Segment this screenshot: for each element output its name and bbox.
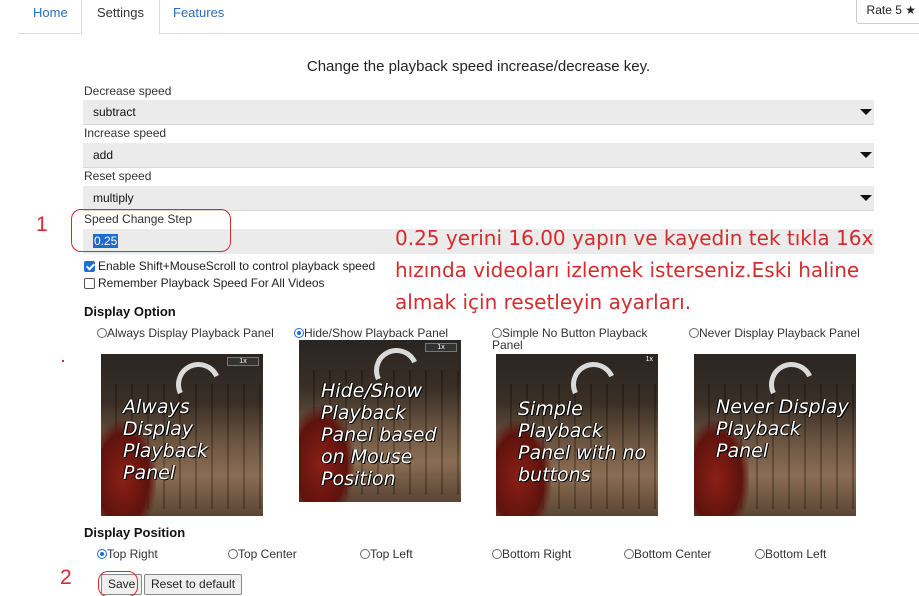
increase-speed-select[interactable]: add [83,143,874,168]
position-bottom-left-radio[interactable] [755,549,765,559]
position-top-right-radio[interactable] [97,549,107,559]
annotation-number-2: 2 [60,566,72,589]
position-top-center-label: Top Center [238,547,297,561]
tab-features[interactable]: Features [158,0,239,34]
increase-speed-label: Increase speed [84,126,167,140]
remember-speed-checkbox[interactable] [84,277,95,289]
chevron-down-icon [860,152,872,158]
decrease-speed-select[interactable]: subtract [83,100,874,125]
preview-hide-show[interactable]: 1x Hide/Show Playback Panel based on Mou… [299,340,461,502]
preview-caption: Always Display Playback Panel [123,396,208,484]
display-option-title: Display Option [84,304,176,319]
reset-to-default-button[interactable]: Reset to default [144,574,243,595]
option-always-display[interactable]: Always Display Playback Panel [97,327,282,339]
preview-caption: Simple Playback Panel with no buttons [518,398,647,486]
position-top-left-radio[interactable] [360,549,370,559]
position-bottom-center-radio[interactable] [624,549,634,559]
playback-speed-indicator: 1x [645,356,653,363]
position-bottom-center-label: Bottom Center [634,547,712,561]
position-top-left-label: Top Left [370,547,413,561]
tab-settings[interactable]: Settings [81,0,160,35]
tab-home[interactable]: Home [18,0,83,34]
position-bottom-right[interactable]: Bottom Right [492,547,571,561]
position-top-right-label: Top Right [107,547,158,561]
chevron-down-icon [860,195,872,201]
preview-simple-no-button[interactable]: 1x Simple Playback Panel with no buttons [496,354,658,516]
remember-speed-checkbox-row[interactable]: Remember Playback Speed For All Videos [84,276,325,290]
annotation-text: 0.25 yerini 16.00 yapın ve kayedin tek t… [395,226,874,314]
decrease-speed-label: Decrease speed [84,84,172,98]
shift-scroll-label: Enable Shift+MouseScroll to control play… [98,259,376,273]
option-always-label: Always Display Playback Panel [107,326,274,340]
annotation-number-1: 1 [36,213,48,236]
chevron-down-icon [860,109,872,115]
position-bottom-right-label: Bottom Right [502,547,572,561]
option-never-radio[interactable] [689,328,699,338]
page-heading: Change the playback speed increase/decre… [306,58,651,75]
decrease-speed-value: subtract [93,105,136,119]
remember-speed-label: Remember Playback Speed For All Videos [98,276,325,290]
option-hide-show-radio[interactable] [294,328,304,338]
option-simple-label: Simple No Button Playback Panel [492,326,648,352]
option-simple-radio[interactable] [492,328,502,338]
position-top-center-radio[interactable] [228,549,238,559]
playback-panel: 1x [425,343,457,352]
preview-always-display[interactable]: 1x Always Display Playback Panel [101,354,263,516]
position-top-left[interactable]: Top Left [360,547,413,561]
option-hide-show[interactable]: Hide/Show Playback Panel [294,327,479,339]
shift-scroll-checkbox[interactable] [84,260,95,272]
reset-speed-value: multiply [93,191,134,205]
position-bottom-left-label: Bottom Left [765,547,827,561]
option-never-display[interactable]: Never Display Playback Panel [689,327,874,339]
shift-scroll-checkbox-row[interactable]: Enable Shift+MouseScroll to control play… [84,259,375,273]
position-bottom-left[interactable]: Bottom Left [755,547,826,561]
option-never-label: Never Display Playback Panel [699,326,860,340]
option-simple-no-button[interactable]: Simple No Button Playback Panel [492,327,677,351]
reset-speed-label: Reset speed [84,169,152,183]
option-hide-show-label: Hide/Show Playback Panel [304,326,449,340]
annotation-dot [62,360,64,362]
playback-panel: 1x [227,357,259,366]
position-top-center[interactable]: Top Center [228,547,297,561]
position-bottom-right-radio[interactable] [492,549,502,559]
preview-caption: Hide/Show Playback Panel based on Mouse … [321,380,437,490]
annotation-circle-save [98,571,138,596]
position-top-right[interactable]: Top Right [97,547,158,561]
rate-button[interactable]: Rate 5 ★ [855,0,919,24]
position-bottom-center[interactable]: Bottom Center [624,547,711,561]
display-position-title: Display Position [84,525,186,540]
option-always-radio[interactable] [97,328,107,338]
increase-speed-value: add [93,148,114,162]
preview-caption: Never Display Playback Panel [716,396,849,462]
preview-never-display[interactable]: Never Display Playback Panel [694,354,856,516]
tab-bar: Home Settings Features Rate 5 ★ [18,0,919,35]
annotation-circle-step [71,209,231,252]
reset-speed-select[interactable]: multiply [83,186,874,211]
